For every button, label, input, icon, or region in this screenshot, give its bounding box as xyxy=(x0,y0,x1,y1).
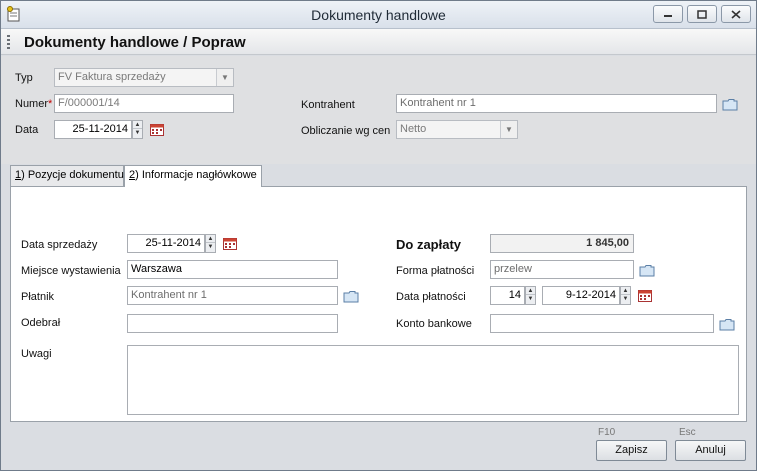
odebral-field[interactable] xyxy=(127,314,338,333)
platnik-label: Płatnik xyxy=(21,291,55,303)
spin-down-icon[interactable]: ▼ xyxy=(206,243,215,251)
page-title: Dokumenty handlowe / Popraw xyxy=(24,34,246,51)
do-zaplaty-value: 1 845,00 xyxy=(490,234,634,253)
numer-label: Numer* xyxy=(15,98,53,110)
form-header: Dokumenty handlowe / Popraw xyxy=(1,29,756,55)
calendar-icon[interactable] xyxy=(150,123,164,136)
uwagi-textarea[interactable] xyxy=(127,345,739,415)
close-button[interactable] xyxy=(721,5,751,23)
data-platnosci-label: Data płatności xyxy=(396,291,466,303)
save-button[interactable]: Zapisz xyxy=(596,440,667,461)
minimize-icon xyxy=(664,15,672,17)
numer-field[interactable]: F/000001/14 xyxy=(54,94,234,113)
data-platnosci-spinner[interactable]: ▲ ▼ xyxy=(620,286,631,305)
typ-label: Typ xyxy=(15,72,33,84)
tab-informacje-naglowkowe[interactable]: 2) Informacje nagłówkowe xyxy=(124,165,262,187)
spin-down-icon[interactable]: ▼ xyxy=(133,129,142,137)
calendar-icon[interactable] xyxy=(223,237,237,250)
uwagi-label: Uwagi xyxy=(21,348,52,360)
save-hotkey: F10 xyxy=(598,427,616,438)
miejsce-label: Miejsce wystawienia xyxy=(21,265,121,277)
data-sprzedazy-label: Data sprzedaży xyxy=(21,239,98,251)
kontrahent-field[interactable]: Kontrahent nr 1 xyxy=(396,94,717,113)
konto-bankowe-field[interactable] xyxy=(490,314,714,333)
do-zaplaty-label: Do zapłaty xyxy=(396,237,462,252)
cancel-hotkey: Esc xyxy=(679,427,696,438)
cancel-button[interactable]: Anuluj xyxy=(675,440,746,461)
dialog-window: Dokumenty handlowe Dokumenty handlowe / … xyxy=(0,0,757,471)
dni-spinner[interactable]: ▲ ▼ xyxy=(525,286,536,305)
tab-label: ) Informacje nagłówkowe xyxy=(135,169,257,181)
maximize-icon xyxy=(697,9,707,19)
spin-down-icon[interactable]: ▼ xyxy=(621,295,630,303)
spin-down-icon[interactable]: ▼ xyxy=(526,295,535,303)
data-label: Data xyxy=(15,124,39,136)
dni-field[interactable]: 14 xyxy=(490,286,525,305)
spin-up-icon[interactable]: ▲ xyxy=(526,287,535,295)
forma-platnosci-field[interactable]: przelew xyxy=(490,260,634,279)
tab-pozycje-dokumentu[interactable]: 1) Pozycje dokumentu xyxy=(10,165,124,186)
data-sprzedazy-field[interactable]: 25-11-2014 xyxy=(127,234,205,253)
spin-up-icon[interactable]: ▲ xyxy=(621,287,630,295)
chevron-down-icon: ▼ xyxy=(500,121,517,138)
konto-bankowe-label: Konto bankowe xyxy=(396,318,472,330)
platnik-field[interactable]: Kontrahent nr 1 xyxy=(127,286,338,305)
grip-icon xyxy=(7,35,10,49)
tab-panel: Data sprzedaży 25-11-2014 ▲ ▼ Miejsce wys… xyxy=(10,186,747,422)
obliczanie-select-value: Netto xyxy=(400,123,427,135)
obliczanie-label: Obliczanie wg cen xyxy=(301,125,391,137)
obliczanie-select[interactable]: Netto ▼ xyxy=(396,120,518,139)
odebral-label: Odebrał xyxy=(21,317,61,329)
miejsce-field[interactable]: Warszawa xyxy=(127,260,338,279)
tab-label: ) Pozycje dokumentu xyxy=(21,169,124,181)
maximize-button[interactable] xyxy=(687,5,717,23)
typ-select[interactable]: FV Faktura sprzedaży ▼ xyxy=(54,68,234,87)
typ-select-value: FV Faktura sprzedaży xyxy=(58,71,166,83)
spin-up-icon[interactable]: ▲ xyxy=(133,121,142,129)
data-field[interactable]: 25-11-2014 xyxy=(54,120,132,139)
data-spinner[interactable]: ▲ ▼ xyxy=(132,120,143,139)
window-title: Dokumenty handlowe xyxy=(311,7,446,23)
minimize-button[interactable] xyxy=(653,5,683,23)
document-header-section: Typ FV Faktura sprzedaży ▼ Numer* F/0000… xyxy=(1,56,756,164)
folder-icon[interactable] xyxy=(719,318,735,331)
chevron-down-icon: ▼ xyxy=(216,69,233,86)
calendar-icon[interactable] xyxy=(638,289,652,302)
data-platnosci-field[interactable]: 9-12-2014 xyxy=(542,286,620,305)
close-icon xyxy=(731,9,741,19)
spin-up-icon[interactable]: ▲ xyxy=(206,235,215,243)
title-bar: Dokumenty handlowe xyxy=(1,1,756,29)
data-sprzedazy-spinner[interactable]: ▲ ▼ xyxy=(205,234,216,253)
folder-icon[interactable] xyxy=(639,264,655,277)
forma-platnosci-label: Forma płatności xyxy=(396,265,475,277)
kontrahent-label: Kontrahent xyxy=(301,99,355,111)
required-marker: * xyxy=(48,98,53,110)
folder-icon[interactable] xyxy=(722,98,738,111)
folder-icon[interactable] xyxy=(343,290,359,303)
